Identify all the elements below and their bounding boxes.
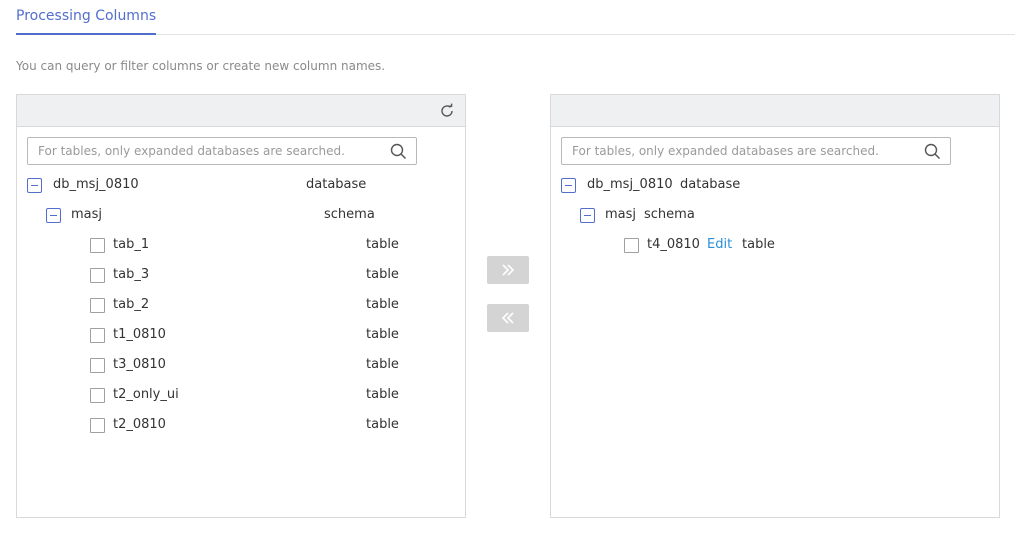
table-checkbox[interactable] bbox=[90, 298, 105, 313]
source-database-row: db_msj_0810 database bbox=[17, 175, 465, 195]
target-table-row[interactable]: t4_0810 Edit table bbox=[551, 235, 999, 255]
table-name: t1_0810 bbox=[113, 327, 166, 342]
tab-bar: Processing Columns bbox=[16, 0, 1015, 35]
table-checkbox[interactable] bbox=[90, 268, 105, 283]
table-type-label: table bbox=[366, 297, 399, 312]
search-icon[interactable] bbox=[390, 143, 407, 160]
target-database-row: db_msj_0810 database bbox=[551, 175, 999, 195]
table-type-label: table bbox=[366, 327, 399, 342]
source-schema-row: masj schema bbox=[17, 205, 465, 225]
database-name: db_msj_0810 bbox=[53, 177, 139, 192]
database-type-label: database bbox=[680, 177, 741, 192]
source-panel: db_msj_0810 database masj schema tab_1 t… bbox=[16, 94, 466, 518]
schema-name: masj bbox=[71, 207, 103, 222]
search-icon[interactable] bbox=[924, 143, 941, 160]
table-checkbox[interactable] bbox=[90, 358, 105, 373]
table-checkbox[interactable] bbox=[624, 238, 639, 253]
collapse-schema-toggle[interactable] bbox=[46, 208, 61, 223]
double-chevron-left-icon bbox=[501, 312, 514, 324]
target-panel: db_msj_0810 database masj schema t4_0810… bbox=[550, 94, 1000, 518]
schema-name: masj bbox=[605, 207, 637, 222]
table-type-label: table bbox=[742, 237, 775, 252]
source-panel-header bbox=[17, 95, 465, 127]
source-table-row[interactable]: t2_0810 table bbox=[17, 415, 465, 435]
source-table-row[interactable]: tab_2 table bbox=[17, 295, 465, 315]
database-type-label: database bbox=[306, 177, 367, 192]
table-name: t4_0810 bbox=[647, 237, 700, 252]
collapse-database-toggle[interactable] bbox=[27, 178, 42, 193]
source-table-row[interactable]: t3_0810 table bbox=[17, 355, 465, 375]
table-type-label: table bbox=[366, 387, 399, 402]
source-table-row[interactable]: t2_only_ui table bbox=[17, 385, 465, 405]
table-type-label: table bbox=[366, 267, 399, 282]
table-checkbox[interactable] bbox=[90, 238, 105, 253]
schema-type-label: schema bbox=[644, 207, 695, 222]
table-name: tab_3 bbox=[113, 267, 150, 282]
table-name: tab_1 bbox=[113, 237, 150, 252]
table-name: tab_2 bbox=[113, 297, 150, 312]
schema-type-label: schema bbox=[324, 207, 375, 222]
target-panel-header bbox=[551, 95, 999, 127]
move-left-button[interactable] bbox=[487, 304, 529, 332]
collapse-schema-toggle[interactable] bbox=[580, 208, 595, 223]
database-name: db_msj_0810 bbox=[587, 177, 673, 192]
source-table-row[interactable]: tab_1 table bbox=[17, 235, 465, 255]
source-table-row[interactable]: t1_0810 table bbox=[17, 325, 465, 345]
table-type-label: table bbox=[366, 357, 399, 372]
table-type-label: table bbox=[366, 237, 399, 252]
move-right-button[interactable] bbox=[487, 256, 529, 284]
hint-text: You can query or filter columns or creat… bbox=[16, 59, 386, 73]
table-checkbox[interactable] bbox=[90, 328, 105, 343]
table-name: t2_only_ui bbox=[113, 387, 179, 402]
table-checkbox[interactable] bbox=[90, 388, 105, 403]
double-chevron-right-icon bbox=[502, 264, 515, 276]
target-search-input[interactable] bbox=[562, 138, 912, 164]
table-checkbox[interactable] bbox=[90, 418, 105, 433]
target-schema-row: masj schema bbox=[551, 205, 999, 225]
source-table-row[interactable]: tab_3 table bbox=[17, 265, 465, 285]
table-type-label: table bbox=[366, 417, 399, 432]
refresh-icon[interactable] bbox=[439, 103, 455, 119]
edit-link[interactable]: Edit bbox=[707, 235, 732, 255]
tab-processing-columns[interactable]: Processing Columns bbox=[16, 6, 157, 35]
collapse-database-toggle[interactable] bbox=[561, 178, 576, 193]
table-name: t3_0810 bbox=[113, 357, 166, 372]
source-search-input[interactable] bbox=[28, 138, 378, 164]
table-name: t2_0810 bbox=[113, 417, 166, 432]
target-search-box bbox=[561, 137, 951, 165]
source-search-box bbox=[27, 137, 417, 165]
